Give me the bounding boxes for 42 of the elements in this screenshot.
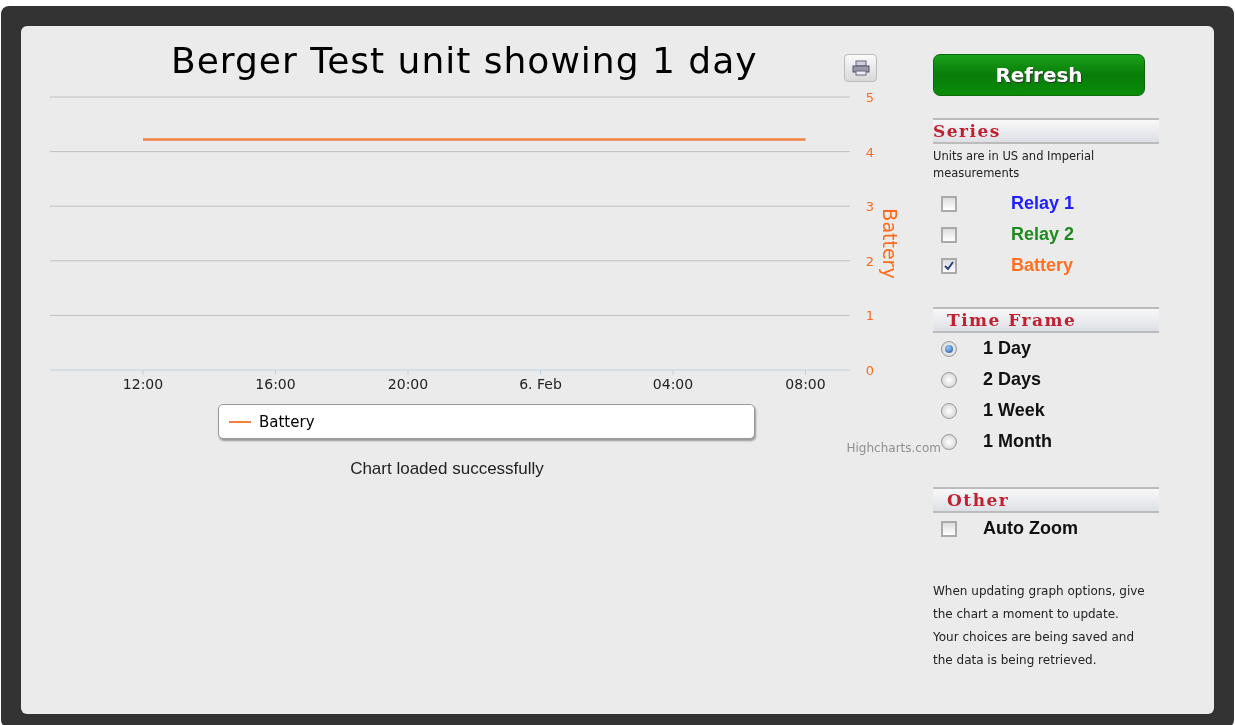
option-label: Auto Zoom: [983, 518, 1078, 539]
y-tick-label: 2: [865, 253, 875, 269]
checkbox[interactable]: [941, 226, 957, 243]
x-tick-label: 08:00: [785, 376, 826, 392]
option-label: 1 Month: [983, 431, 1052, 452]
option-label: 1 Day: [983, 338, 1032, 359]
radio-button[interactable]: [941, 402, 957, 419]
checkbox[interactable]: [941, 257, 957, 274]
printer-icon: [851, 60, 870, 76]
series-label: Relay 1: [1011, 193, 1075, 214]
section-heading: Time Frame: [933, 307, 1159, 333]
credits-link[interactable]: Highcharts.com: [846, 441, 941, 455]
y-tick-label: 4: [865, 144, 875, 160]
y-tick-label: 1: [865, 308, 875, 324]
y-tick-label: 0: [865, 363, 875, 378]
series-label: Relay 2: [1011, 224, 1075, 245]
section-heading: Other: [933, 487, 1159, 513]
axis-title: Battery: [879, 208, 901, 279]
y-tick-label: 3: [865, 199, 875, 215]
help-text: When updating graph options, give the chart a moment to update. Your choices are being saved and the data is being retrieved.: [933, 583, 1145, 669]
refresh-button[interactable]: Refresh: [933, 54, 1145, 96]
x-tick-label: 20:00: [387, 376, 429, 392]
legend-line-icon: [229, 420, 251, 423]
radio-button[interactable]: [941, 371, 957, 388]
x-tick-label: 16:00: [255, 376, 296, 392]
checkbox[interactable]: [941, 195, 957, 212]
chart-title: Berger Test unit showing 1 day: [171, 38, 758, 81]
legend-item[interactable]: Battery: [259, 412, 315, 431]
radio-button[interactable]: [941, 433, 957, 450]
print-button[interactable]: [844, 54, 877, 82]
y-tick-label: 5: [865, 90, 875, 105]
option-label: 1 Week: [983, 400, 1045, 421]
section-heading: Series: [933, 118, 1159, 144]
series-label: Battery: [1011, 255, 1074, 276]
x-tick-label: 12:00: [122, 376, 164, 392]
x-tick-label: 04:00: [652, 376, 694, 392]
status-text: Chart loaded successfully: [350, 459, 544, 479]
checkbox[interactable]: [941, 520, 957, 537]
option-label: 2 Days: [983, 369, 1042, 390]
radio-button[interactable]: [941, 340, 957, 357]
units-note: Units are in US and Imperial measurements: [933, 148, 1096, 182]
x-tick-label: 6. Feb: [519, 376, 562, 392]
